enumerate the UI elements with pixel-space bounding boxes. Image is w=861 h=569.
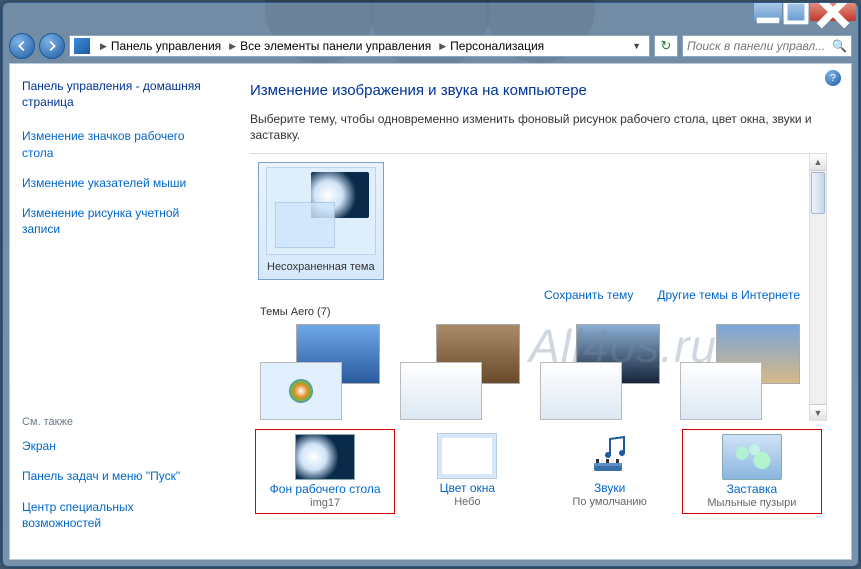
personalization-window: ▶Панель управления ▶Все элементы панели … (2, 2, 859, 567)
setting-value: img17 (258, 497, 392, 509)
themes-scroll-area: Несохраненная тема Сохранить тему Другие… (250, 153, 827, 421)
page-description: Выберите тему, чтобы одновременно измени… (250, 111, 827, 143)
content-area: Панель управления - домашняя страница Из… (9, 63, 852, 560)
theme-item-windows7[interactable] (260, 324, 380, 420)
maximize-button[interactable] (783, 3, 809, 21)
sidebar-item-display[interactable]: Экран (22, 438, 210, 454)
scroll-down-icon[interactable]: ▼ (810, 404, 826, 421)
settings-row: Фон рабочего стола img17 Цвет окна Небо … (250, 429, 827, 514)
main-panel: ? Изменение изображения и звука на компь… (222, 64, 851, 559)
screensaver-button[interactable]: Заставка Мыльные пузыри (682, 429, 822, 514)
setting-title: Цвет окна (399, 481, 535, 495)
theme-thumbnail (266, 167, 376, 255)
breadcrumb-control-panel[interactable]: ▶Панель управления (94, 39, 223, 53)
refresh-button[interactable]: ↻ (654, 35, 678, 57)
scroll-thumb[interactable] (811, 172, 825, 214)
setting-value: Небо (399, 496, 535, 508)
sidebar-item-desktop-icons[interactable]: Изменение значков рабочего стола (22, 128, 210, 160)
see-also-heading: См. также (22, 416, 210, 428)
window-color-button[interactable]: Цвет окна Небо (397, 429, 537, 512)
setting-title: Заставка (685, 482, 819, 496)
save-theme-link[interactable]: Сохранить тему (544, 288, 633, 302)
address-bar-row: ▶Панель управления ▶Все элементы панели … (3, 31, 858, 61)
address-bar[interactable]: ▶Панель управления ▶Все элементы панели … (69, 35, 650, 57)
setting-value: Мыльные пузыри (685, 497, 819, 509)
setting-title: Фон рабочего стола (258, 482, 392, 496)
setting-value: По умолчанию (542, 496, 678, 508)
wallpaper-icon (295, 434, 355, 480)
theme-actions: Сохранить тему Другие темы в Интернете (262, 288, 800, 302)
address-dropdown-icon[interactable]: ▼ (628, 41, 645, 51)
breadcrumb-label: Все элементы панели управления (240, 39, 431, 53)
theme-item-landscapes[interactable] (680, 324, 800, 420)
search-placeholder: Поиск в панели управл... (687, 39, 825, 53)
aero-theme-row (258, 324, 804, 420)
sounds-icon (580, 433, 640, 479)
sidebar-item-account-picture[interactable]: Изменение рисунка учетной записи (22, 205, 210, 237)
page-title: Изменение изображения и звука на компьют… (250, 82, 827, 99)
screensaver-icon (722, 434, 782, 480)
sidebar-home[interactable]: Панель управления - домашняя страница (22, 78, 210, 110)
search-input[interactable]: Поиск в панели управл... 🔍 (682, 35, 852, 57)
forward-button[interactable] (39, 33, 65, 59)
vertical-scrollbar[interactable]: ▲ ▼ (809, 154, 826, 421)
search-icon: 🔍 (832, 39, 847, 53)
breadcrumb-all-items[interactable]: ▶Все элементы панели управления (223, 39, 433, 53)
scroll-up-icon[interactable]: ▲ (810, 154, 826, 171)
sidebar: Панель управления - домашняя страница Из… (10, 64, 222, 559)
control-panel-icon (74, 38, 90, 54)
theme-caption: Несохраненная тема (263, 259, 379, 275)
back-button[interactable] (9, 33, 35, 59)
desktop-background-button[interactable]: Фон рабочего стола img17 (255, 429, 395, 514)
sidebar-item-mouse-pointers[interactable]: Изменение указателей мыши (22, 175, 210, 191)
help-icon[interactable]: ? (825, 70, 841, 86)
breadcrumb-label: Персонализация (450, 39, 544, 53)
setting-title: Звуки (542, 481, 678, 495)
sidebar-item-taskbar[interactable]: Панель задач и меню "Пуск" (22, 468, 210, 484)
sounds-button[interactable]: Звуки По умолчанию (540, 429, 680, 512)
sidebar-item-ease-of-access[interactable]: Центр специальных возможностей (22, 499, 210, 531)
breadcrumb-personalization[interactable]: ▶Персонализация (433, 39, 546, 53)
window-color-icon (437, 433, 497, 479)
minimize-button[interactable] (754, 3, 782, 21)
more-themes-link[interactable]: Другие темы в Интернете (657, 288, 800, 302)
aero-category-label: Темы Aero (7) (260, 306, 804, 318)
breadcrumb-label: Панель управления (111, 39, 221, 53)
titlebar (3, 3, 858, 31)
theme-item-architecture[interactable] (400, 324, 520, 420)
theme-item-characters[interactable] (540, 324, 660, 420)
close-button[interactable] (810, 3, 856, 21)
theme-item-unsaved[interactable]: Несохраненная тема (258, 162, 384, 280)
